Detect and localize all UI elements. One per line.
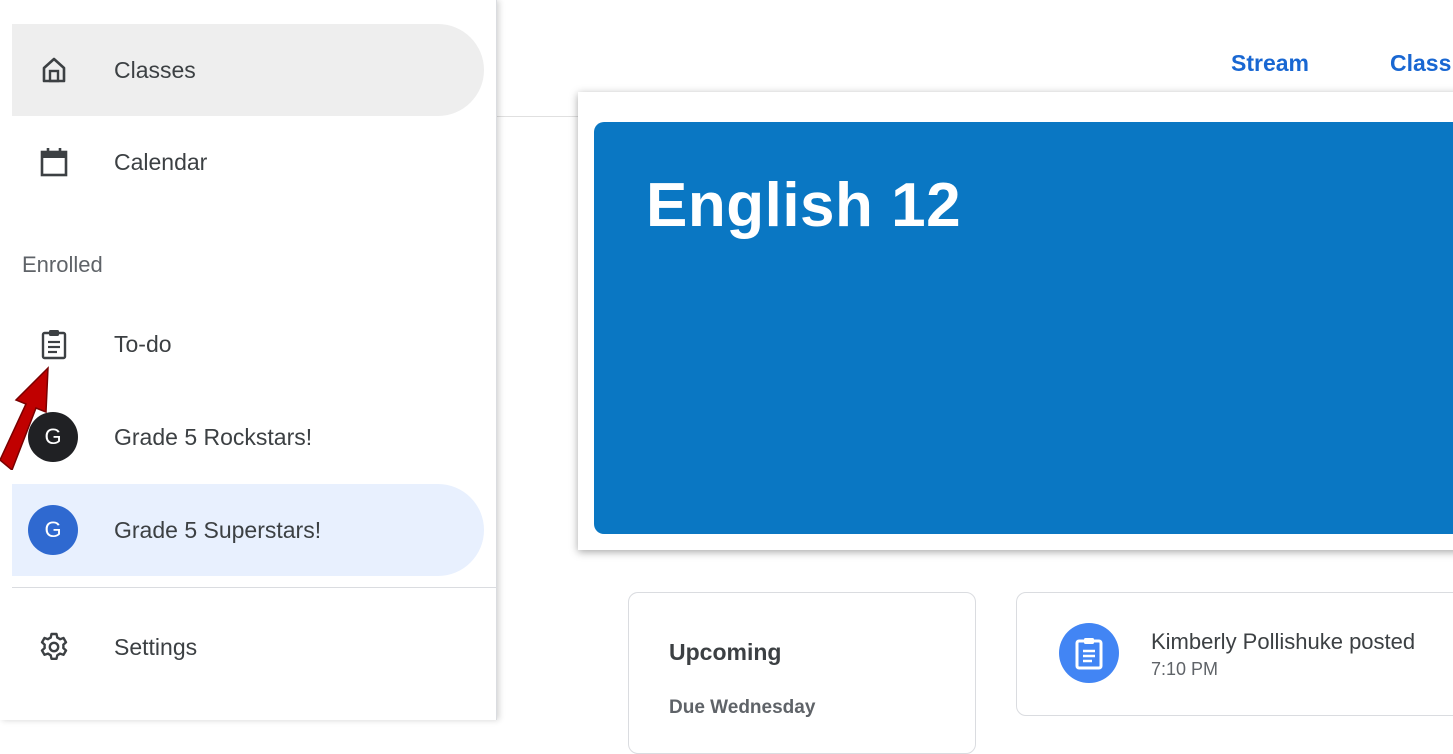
sidebar-item-label: Calendar — [114, 148, 208, 175]
navigation-drawer: Classes Calendar Enrolled To-do G Grade … — [0, 0, 497, 720]
calendar-icon — [36, 144, 72, 180]
tab-stream[interactable]: Stream — [1231, 50, 1309, 77]
class-banner: English 12 — [594, 122, 1453, 534]
sidebar-item-settings[interactable]: Settings — [12, 601, 484, 693]
assignment-icon — [1059, 623, 1119, 683]
sidebar-item-label: To-do — [114, 330, 172, 357]
divider — [12, 587, 496, 588]
class-header-card: English 12 — [578, 92, 1453, 550]
section-header-enrolled: Enrolled — [22, 252, 103, 277]
sidebar-item-todo[interactable]: To-do — [12, 298, 484, 390]
sidebar-item-label: Grade 5 Superstars! — [114, 516, 322, 543]
sidebar-item-classes[interactable]: Classes — [12, 24, 484, 116]
red-arrow-annotation — [0, 366, 49, 470]
home-icon — [36, 52, 72, 88]
sidebar-item-label: Settings — [114, 633, 198, 660]
sidebar-item-grade-5-rockstars[interactable]: G Grade 5 Rockstars! — [12, 391, 484, 483]
post-time: 7:10 PM — [1151, 659, 1219, 679]
class-title: English 12 — [646, 171, 962, 240]
upcoming-due-label: Due Wednesday — [669, 697, 816, 718]
stream-post-card[interactable]: Kimberly Pollishuke posted 7:10 PM — [1016, 592, 1453, 716]
tab-classwork[interactable]: Class — [1390, 50, 1451, 77]
post-title: Kimberly Pollishuke posted — [1151, 629, 1416, 654]
sidebar-item-calendar[interactable]: Calendar — [12, 116, 484, 208]
sidebar-item-grade-5-superstars[interactable]: G Grade 5 Superstars! — [12, 484, 484, 576]
upcoming-title: Upcoming — [669, 639, 782, 665]
class-avatar: G — [28, 505, 78, 555]
sidebar-item-label: Grade 5 Rockstars! — [114, 423, 313, 450]
upcoming-card: Upcoming Due Wednesday — [628, 592, 976, 754]
assignment-icon — [36, 326, 72, 362]
sidebar-item-label: Classes — [114, 56, 196, 83]
settings-icon — [36, 629, 72, 665]
